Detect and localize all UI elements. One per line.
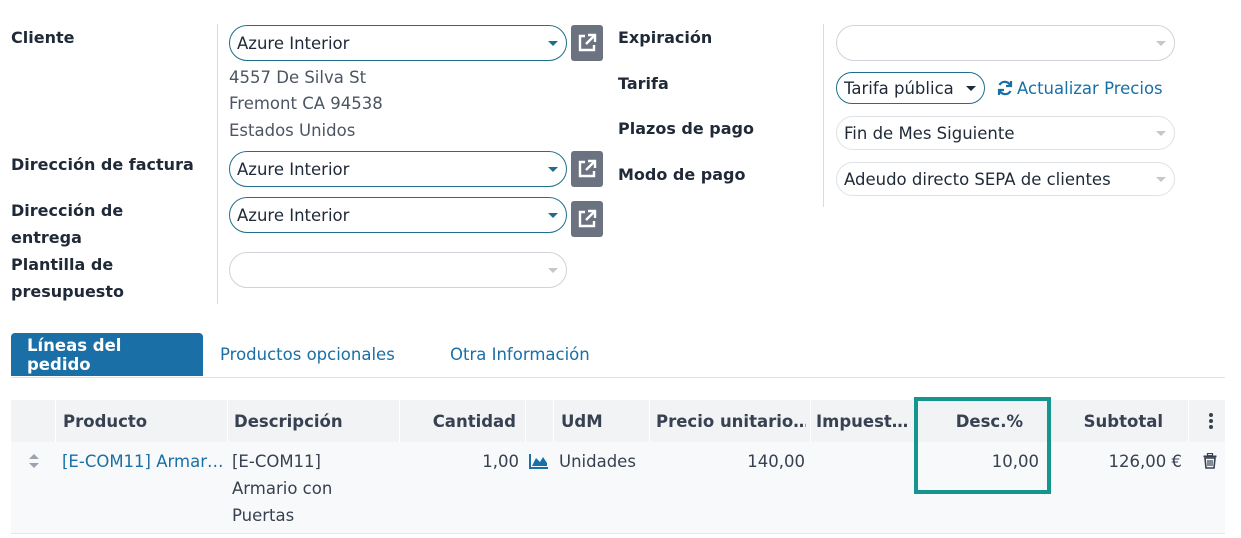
cliente-address-line2: Fremont CA 94538 (229, 94, 383, 113)
tab-lineas-pedido[interactable]: Líneas del pedido (11, 333, 203, 376)
tab-otra-informacion[interactable]: Otra Información (450, 333, 590, 376)
direccion-entrega-select[interactable]: Azure Interior (229, 197, 567, 233)
cliente-value: Azure Interior (237, 33, 350, 53)
direccion-entrega-label: Dirección de entrega (11, 197, 123, 251)
tarifa-value: Tarifa pública (844, 78, 954, 98)
direccion-factura-external-link-button[interactable] (571, 151, 603, 187)
column-divider (227, 400, 228, 442)
refresh-icon (997, 80, 1013, 96)
chevron-down-icon (1156, 41, 1166, 46)
plantilla-select[interactable] (229, 252, 567, 288)
modo-pago-select[interactable]: Adeudo directo SEPA de clientes (836, 162, 1175, 196)
direccion-entrega-label-line1: Dirección de (11, 201, 124, 220)
column-divider (55, 400, 56, 442)
drag-handle-icon[interactable] (28, 453, 40, 473)
cliente-external-link-button[interactable] (571, 25, 603, 61)
row-descripcion-line1[interactable]: [E-COM11] (232, 448, 321, 475)
left-group-separator (217, 24, 218, 304)
external-link-icon (578, 159, 597, 178)
column-divider (649, 400, 650, 442)
delete-row-button[interactable] (1203, 452, 1217, 473)
plazos-select[interactable]: Fin de Mes Siguiente (836, 116, 1175, 150)
direccion-factura-select[interactable]: Azure Interior (229, 151, 567, 187)
row-precio[interactable]: 140,00 (650, 448, 805, 475)
column-options-button[interactable] (1203, 400, 1219, 442)
row-descripcion-line2[interactable]: Armario con (232, 475, 332, 502)
plantilla-label: Plantilla de presupuesto (11, 251, 124, 305)
chevron-down-icon (548, 268, 558, 273)
modo-pago-label: Modo de pago (618, 165, 746, 184)
column-header-descripcion[interactable]: Descripción (234, 400, 394, 442)
column-divider (1188, 400, 1189, 442)
tabs-divider (11, 377, 1225, 378)
chevron-down-icon (966, 86, 976, 91)
column-header-impuestos[interactable]: Impuest… (816, 400, 910, 442)
tab-productos-opcionales[interactable]: Productos opcionales (220, 333, 395, 376)
expiracion-input[interactable] (836, 25, 1175, 61)
direccion-entrega-external-link-button[interactable] (571, 201, 603, 237)
actualizar-precios-button[interactable]: Actualizar Precios (996, 75, 1163, 101)
column-divider (525, 400, 526, 442)
tarifa-label: Tarifa (618, 74, 669, 93)
external-link-icon (578, 33, 597, 52)
forecast-button[interactable] (529, 453, 549, 473)
column-header-subtotal[interactable]: Subtotal (1055, 400, 1163, 442)
direccion-entrega-value: Azure Interior (237, 205, 350, 225)
plantilla-label-line2: presupuesto (11, 282, 124, 301)
external-link-icon (578, 209, 597, 228)
column-header-cantidad[interactable]: Cantidad (400, 400, 516, 442)
column-header-producto[interactable]: Producto (63, 400, 223, 442)
modo-pago-value: Adeudo directo SEPA de clientes (844, 169, 1111, 189)
cliente-address-line1: 4557 De Silva St (229, 68, 367, 87)
direccion-entrega-label-line2: entrega (11, 228, 82, 247)
cliente-select[interactable]: Azure Interior (229, 25, 567, 61)
cliente-address-line3: Estados Unidos (229, 121, 356, 140)
row-subtotal: 126,00 € (1108, 452, 1182, 471)
cliente-label: Cliente (11, 28, 75, 47)
chevron-down-icon (548, 213, 558, 218)
column-header-udm[interactable]: UdM (561, 400, 641, 442)
trash-icon (1203, 452, 1217, 469)
plazos-value: Fin de Mes Siguiente (844, 123, 1015, 143)
tarifa-select[interactable]: Tarifa pública (836, 72, 985, 104)
direccion-factura-value: Azure Interior (237, 159, 350, 179)
chevron-down-icon (548, 167, 558, 172)
chevron-down-icon (548, 41, 558, 46)
actualizar-precios-label: Actualizar Precios (1017, 78, 1163, 98)
desc-column-highlight (914, 397, 1051, 494)
row-udm[interactable]: Unidades (559, 448, 636, 475)
row-descripcion-line3[interactable]: Puertas (232, 502, 294, 529)
row-producto[interactable]: [E-COM11] Armar… (62, 448, 224, 475)
chevron-down-icon (1156, 131, 1166, 136)
area-chart-icon (529, 454, 548, 469)
plazos-label: Plazos de pago (618, 119, 754, 138)
column-header-precio[interactable]: Precio unitario… (656, 400, 806, 442)
chevron-down-icon (1156, 177, 1166, 182)
column-divider (553, 400, 554, 442)
direccion-factura-label: Dirección de factura (11, 155, 194, 174)
row-cantidad[interactable]: 1,00 (400, 448, 519, 475)
expiracion-label: Expiración (618, 28, 713, 47)
right-group-separator (823, 24, 824, 207)
plantilla-label-line1: Plantilla de (11, 255, 114, 274)
column-divider (810, 400, 811, 442)
kebab-menu-icon (1209, 413, 1213, 429)
